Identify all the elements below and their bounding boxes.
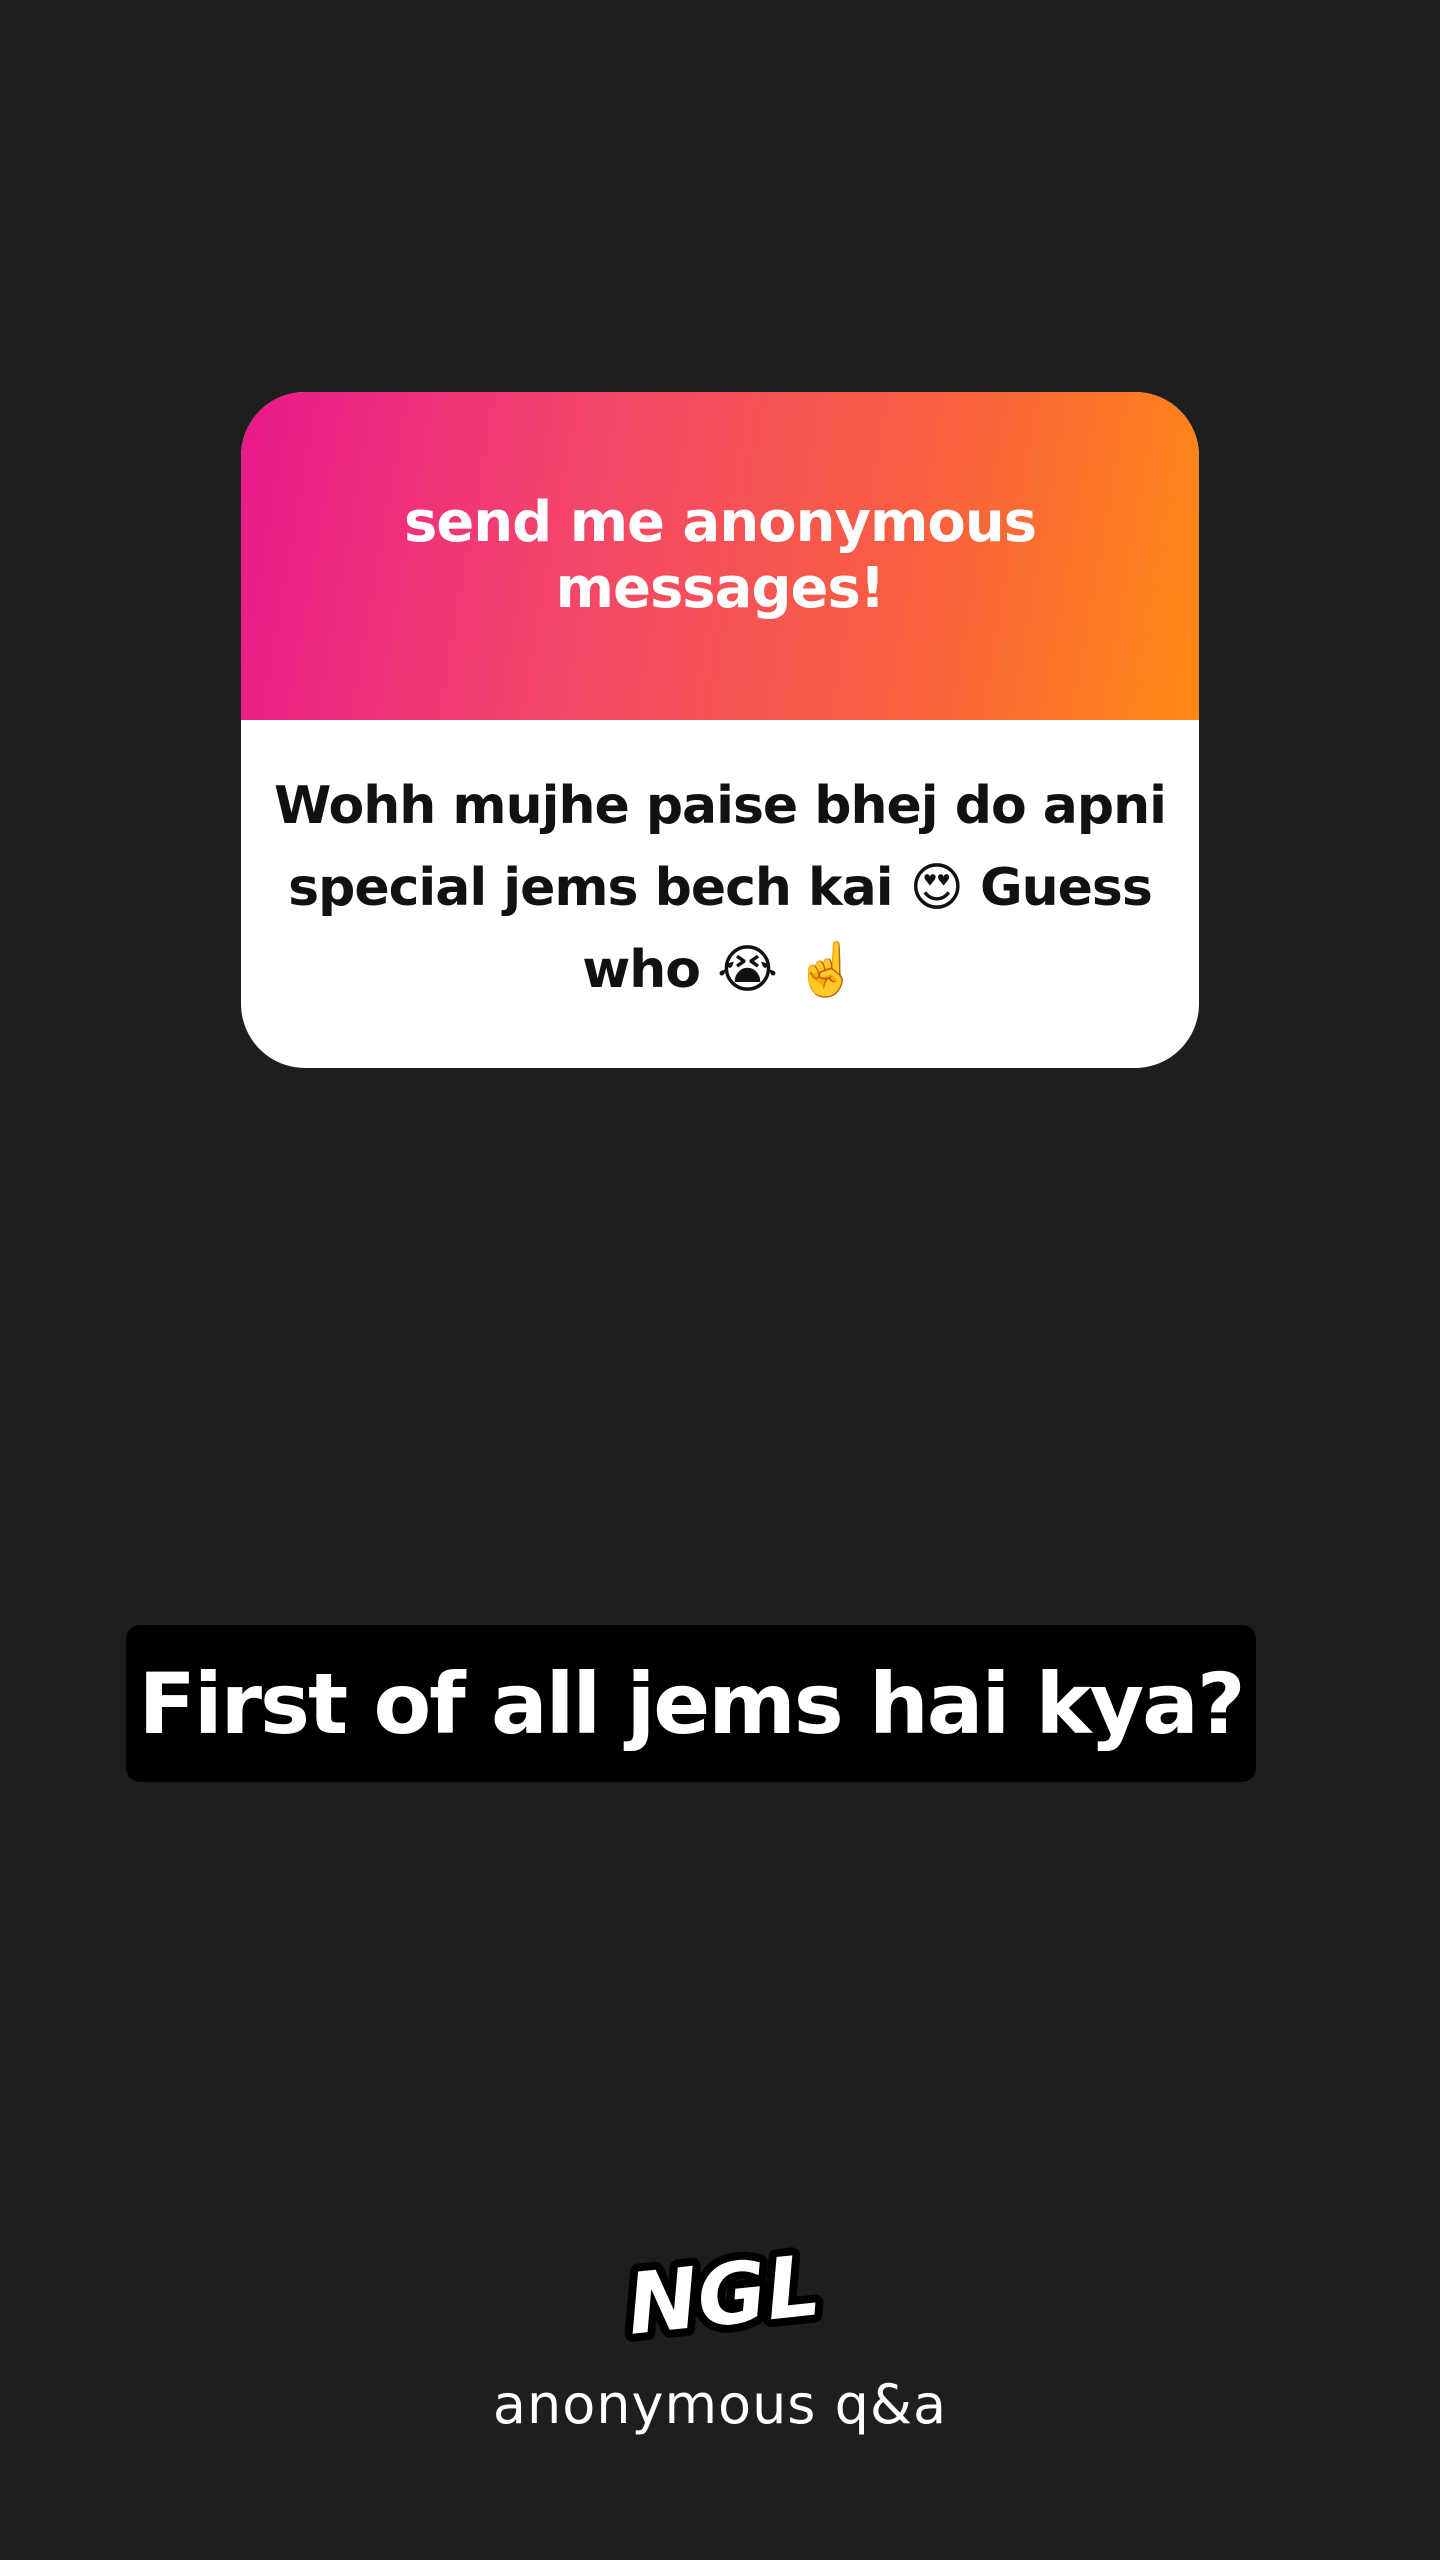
ngl-logo: NGL NGL	[624, 2238, 824, 2358]
reply-caption: First of all jems hai kya?	[126, 1625, 1256, 1782]
reply-caption-text: First of all jems hai kya?	[138, 1654, 1245, 1753]
ngl-tagline: anonymous q&a	[492, 2373, 948, 2436]
question-card: send me anonymous messages! Wohh mujhe p…	[241, 392, 1199, 1068]
anonymous-message: Wohh mujhe paise bhej do apni special je…	[274, 776, 1167, 1000]
question-prompt: send me anonymous messages!	[403, 490, 1037, 621]
question-card-header: send me anonymous messages!	[241, 392, 1199, 720]
ngl-logo-text-fill: NGL	[624, 2238, 824, 2354]
question-card-body: Wohh mujhe paise bhej do apni special je…	[241, 720, 1199, 1068]
